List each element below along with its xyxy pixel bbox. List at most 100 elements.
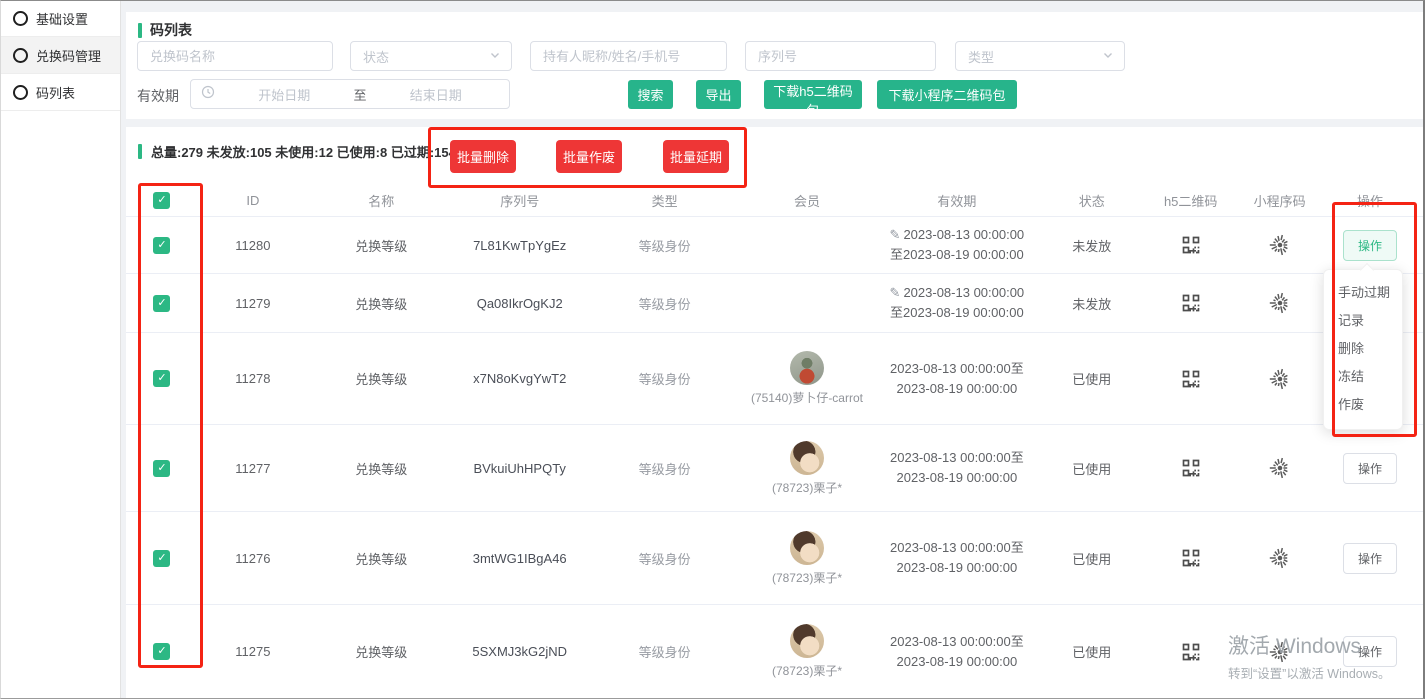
cell-h5-qrcode — [1139, 369, 1242, 389]
dropdown-item-1[interactable]: 记录 — [1324, 307, 1402, 335]
table-row: ✓11276兑换等级3mtWG1IBgA46等级身份(78723)栗子*2023… — [126, 512, 1423, 605]
summary-text: 总量:279 未发放:105 未使用:12 已使用:8 已过期:154 — [151, 142, 456, 161]
qrcode-icon[interactable] — [1181, 458, 1201, 478]
miniprogram-code-icon[interactable] — [1268, 546, 1292, 570]
cell-id: 11278 — [198, 371, 308, 386]
miniprogram-code-icon[interactable] — [1268, 640, 1292, 664]
cell-name: 兑换等级 — [308, 236, 455, 255]
cell-name: 兑换等级 — [308, 642, 455, 661]
cell-validity: 2023-08-13 00:00:00至2023-08-19 00:00:00 — [869, 538, 1044, 578]
row-action-button[interactable]: 操作 — [1343, 543, 1397, 574]
cell-action: 操作 — [1317, 453, 1423, 484]
table-body: ✓11280兑换等级7L81KwTpYgEz等级身份✎2023-08-13 00… — [126, 217, 1423, 699]
download-miniprogram-qrcode-button[interactable]: 下载小程序二维码包 — [877, 80, 1017, 109]
download-h5-qrcode-button[interactable]: 下载h5二维码包 — [764, 80, 862, 109]
status-badge: 未发放 — [1044, 236, 1139, 255]
column-header-serial: 序列号 — [455, 191, 585, 210]
cell-h5-qrcode — [1139, 642, 1242, 662]
edit-icon[interactable]: ✎ — [890, 227, 901, 242]
row-checkbox[interactable]: ✓ — [153, 550, 170, 567]
type-select[interactable]: 类型 — [955, 41, 1125, 71]
cell-member: (75140)萝卜仔-carrot — [745, 351, 870, 406]
cell-type: 等级身份 — [585, 236, 745, 255]
cell-serial: 5SXMJ3kG2jND — [455, 644, 585, 659]
qrcode-icon[interactable] — [1181, 369, 1201, 389]
miniprogram-code-icon[interactable] — [1268, 291, 1292, 315]
page-title: 码列表 — [138, 20, 192, 40]
miniprogram-code-icon[interactable] — [1268, 367, 1292, 391]
miniprogram-code-icon[interactable] — [1268, 233, 1292, 257]
cell-name: 兑换等级 — [308, 369, 455, 388]
edit-icon[interactable]: ✎ — [890, 285, 901, 300]
sidebar-item-2[interactable]: 码列表 — [0, 74, 120, 111]
column-header-valid: 有效期 — [869, 191, 1044, 210]
row-select-cell: ✓ — [126, 460, 198, 477]
dropdown-item-3[interactable]: 冻结 — [1324, 363, 1402, 391]
end-date-placeholder[interactable]: 结束日期 — [373, 85, 500, 104]
validity-line2: 至2023-08-19 00:00:00 — [890, 303, 1024, 323]
row-select-cell: ✓ — [126, 370, 198, 387]
row-checkbox[interactable]: ✓ — [153, 643, 170, 660]
action-dropdown-menu: 手动过期记录删除冻结作废 — [1323, 269, 1403, 430]
row-select-cell: ✓ — [126, 295, 198, 312]
dropdown-item-0[interactable]: 手动过期 — [1324, 279, 1402, 307]
qrcode-icon[interactable] — [1181, 235, 1201, 255]
batch-extend-button[interactable]: 批量延期 — [663, 140, 729, 173]
table-header-row: ✓ID名称序列号类型会员有效期状态h5二维码小程序码操作 — [126, 185, 1423, 217]
holder-input[interactable] — [530, 41, 727, 71]
batch-void-button[interactable]: 批量作废 — [556, 140, 622, 173]
row-checkbox[interactable]: ✓ — [153, 237, 170, 254]
qrcode-icon[interactable] — [1181, 293, 1201, 313]
qrcode-icon[interactable] — [1181, 642, 1201, 662]
serial-input[interactable] — [745, 41, 936, 71]
row-action-button[interactable]: 操作 — [1343, 453, 1397, 484]
action-dropdown-list: 手动过期记录删除冻结作废 — [1324, 270, 1402, 428]
validity-line2: 2023-08-19 00:00:00 — [897, 558, 1018, 578]
date-range-picker[interactable]: 开始日期 至 结束日期 — [190, 79, 510, 109]
cell-type: 等级身份 — [585, 369, 745, 388]
member-name: (78723)栗子* — [772, 479, 842, 496]
radio-circle-icon — [13, 48, 28, 63]
sidebar-item-label: 基础设置 — [36, 9, 88, 28]
row-checkbox[interactable]: ✓ — [153, 370, 170, 387]
sidebar-item-1[interactable]: 兑换码管理 — [0, 37, 120, 74]
member-name: (78723)栗子* — [772, 662, 842, 679]
sidebar-item-0[interactable]: 基础设置 — [0, 0, 120, 37]
export-button[interactable]: 导出 — [696, 80, 741, 109]
cell-type: 等级身份 — [585, 459, 745, 478]
row-action-button[interactable]: 操作 — [1343, 230, 1397, 261]
row-action-button[interactable]: 操作 — [1343, 636, 1397, 667]
dropdown-item-4[interactable]: 作废 — [1324, 391, 1402, 419]
sidebar-item-label: 码列表 — [36, 83, 75, 102]
cell-validity: 2023-08-13 00:00:00至 2023-08-19 00:00:00 — [869, 448, 1044, 488]
dropdown-item-2[interactable]: 删除 — [1324, 335, 1402, 363]
start-date-placeholder[interactable]: 开始日期 — [221, 85, 348, 104]
sidebar-item-label: 兑换码管理 — [36, 46, 101, 65]
column-header-mini: 小程序码 — [1242, 191, 1317, 210]
batch-delete-button[interactable]: 批量删除 — [450, 140, 516, 173]
status-badge: 已使用 — [1044, 549, 1139, 568]
status-select[interactable]: 状态 — [350, 41, 512, 71]
validity-text: 2023-08-13 00:00:00 — [903, 285, 1024, 300]
cell-serial: 7L81KwTpYgEz — [455, 238, 585, 253]
validity-text: 2023-08-13 00:00:00至 — [890, 450, 1024, 465]
validity-line2: 2023-08-19 00:00:00 — [897, 468, 1018, 488]
cell-h5-qrcode — [1139, 458, 1242, 478]
search-button[interactable]: 搜索 — [628, 80, 673, 109]
select-all-checkbox[interactable]: ✓ — [153, 192, 170, 209]
cell-action: 操作 — [1317, 543, 1423, 574]
status-badge: 已使用 — [1044, 642, 1139, 661]
member-avatar — [790, 531, 824, 565]
qrcode-icon[interactable] — [1181, 548, 1201, 568]
type-select-placeholder: 类型 — [968, 47, 994, 66]
row-checkbox[interactable]: ✓ — [153, 460, 170, 477]
table-row: ✓11280兑换等级7L81KwTpYgEz等级身份✎2023-08-13 00… — [126, 217, 1423, 274]
radio-circle-icon — [13, 11, 28, 26]
summary-accent-bar — [138, 144, 142, 159]
cell-name: 兑换等级 — [308, 549, 455, 568]
code-name-input[interactable] — [137, 41, 333, 71]
row-checkbox[interactable]: ✓ — [153, 295, 170, 312]
column-header-status: 状态 — [1044, 191, 1139, 210]
clock-icon — [201, 85, 215, 104]
miniprogram-code-icon[interactable] — [1268, 456, 1292, 480]
